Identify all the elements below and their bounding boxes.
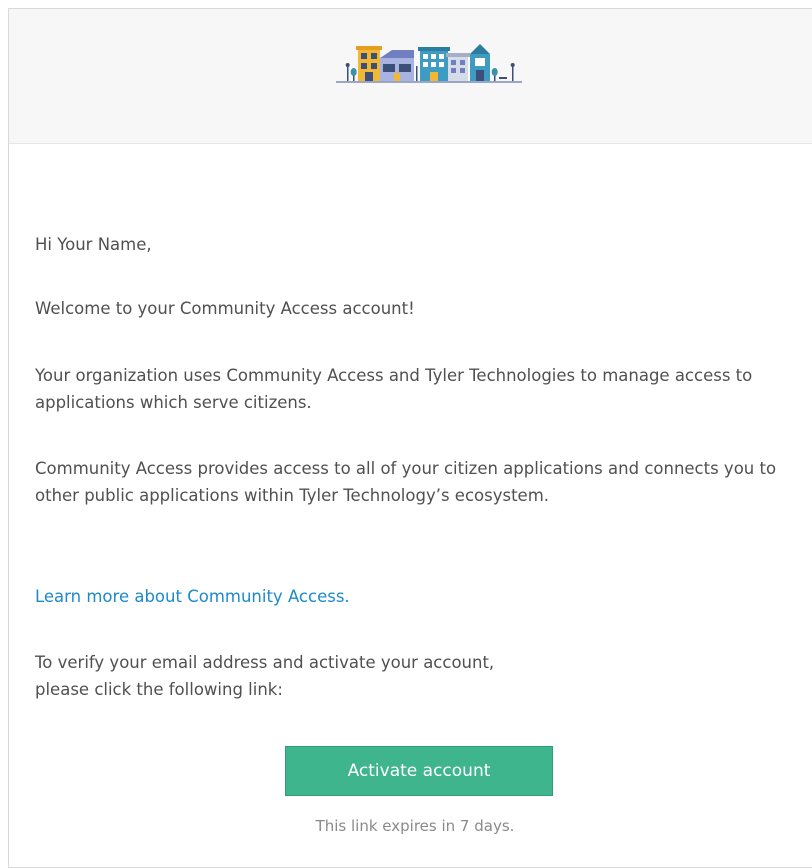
email-container: Hi Your Name, Welcome to your Community … bbox=[8, 8, 812, 868]
town-buildings-icon bbox=[334, 36, 524, 90]
link-expiry-note: This link expires in 7 days. bbox=[315, 817, 515, 835]
verify-line-2: please click the following link: bbox=[35, 680, 283, 699]
provides-text: Community Access provides access to all … bbox=[35, 459, 777, 505]
verify-line-1: To verify your email address and activat… bbox=[35, 653, 495, 672]
email-header bbox=[9, 9, 812, 144]
learn-more-link[interactable]: Learn more about Community Access. bbox=[35, 583, 350, 610]
activate-account-button[interactable]: Activate account bbox=[285, 746, 553, 796]
welcome-text: Welcome to your Community Access account… bbox=[35, 299, 415, 318]
greeting-text: Hi Your Name, bbox=[35, 235, 152, 254]
organization-text: Your organization uses Community Access … bbox=[35, 366, 753, 412]
verify-text: To verify your email address and activat… bbox=[35, 649, 635, 703]
